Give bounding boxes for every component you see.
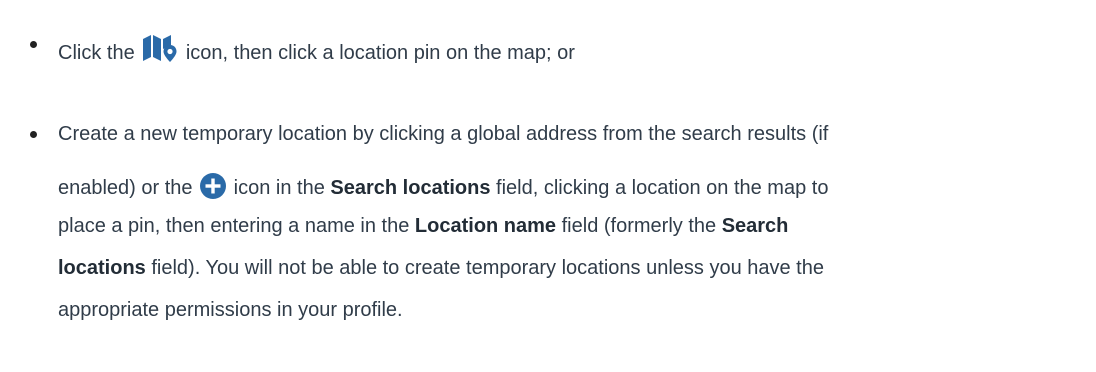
text-segment: Create a new temporary location by click… <box>58 123 829 145</box>
map-pin-icon <box>141 33 179 69</box>
text-segment: appropriate permissions in your profile. <box>58 299 403 321</box>
text-segment: icon, then click a location pin on the m… <box>185 42 575 64</box>
text-segment: Click the <box>58 42 135 64</box>
bullet-dot <box>30 131 37 138</box>
ui-field-name: Search locations <box>330 177 491 199</box>
instruction-list: Click the icon, then click a location pi… <box>0 0 1096 372</box>
bullet-dot <box>30 41 37 48</box>
list-item-line: enabled) or the icon in the Search locat… <box>58 172 828 206</box>
text-segment: place a pin, then entering a name in the <box>58 215 410 237</box>
list-item-line: locations field). You will not be able t… <box>58 256 824 280</box>
text-segment: field (formerly the <box>561 215 717 237</box>
ui-field-name: Search <box>721 215 789 237</box>
list-item-line: place a pin, then entering a name in the… <box>58 214 788 238</box>
ui-field-name: locations <box>58 257 146 279</box>
text-segment: field). You will not be able to create t… <box>151 257 824 279</box>
text-segment: icon in the <box>233 177 325 199</box>
ui-field-name: Location name <box>414 215 557 237</box>
text-segment: enabled) or the <box>58 177 193 199</box>
list-item-line: Create a new temporary location by click… <box>58 122 828 146</box>
plus-circle-icon <box>199 172 227 206</box>
list-item-line: appropriate permissions in your profile. <box>58 298 403 322</box>
text-segment: field, clicking a location on the map to <box>496 177 829 199</box>
list-item-line: Click the icon, then click a location pi… <box>58 33 575 69</box>
